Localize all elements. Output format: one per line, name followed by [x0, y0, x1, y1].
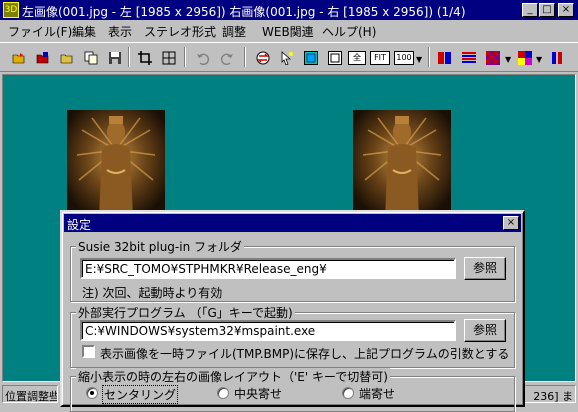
menu-bar: ファイル(F) 編集 表示 ステレオ形式 調整 WEB関連 ヘルプ(H)	[0, 20, 578, 40]
crop-icon[interactable]	[134, 47, 154, 67]
fit-icon[interactable]: FIT	[370, 51, 390, 65]
radio-center-align[interactable]	[217, 387, 229, 399]
app-icon: 3D	[3, 2, 19, 18]
zoom-100-icon[interactable]: 100	[394, 51, 414, 65]
susie-browse-button[interactable]: 参照	[464, 257, 506, 280]
external-legend: 外部実行プログラム （「G」キーで起動)	[76, 304, 295, 321]
open-pair-icon[interactable]	[32, 47, 52, 67]
minimize-button[interactable]: _	[522, 3, 538, 17]
toolbar: 全 FIT 100 ▼ ▼ ▼	[0, 42, 578, 72]
settings-dialog: 設定 × Susie 32bit plug-in フォルダ E:¥SRC_TOM…	[60, 210, 525, 412]
checker-dropdown-icon[interactable]: ▼	[505, 55, 511, 64]
swap-icon[interactable]	[252, 47, 272, 67]
menu-adjust[interactable]: 調整	[222, 23, 246, 40]
menu-edit[interactable]: 編集	[72, 23, 96, 40]
menu-stereo[interactable]: ステレオ形式	[144, 23, 216, 40]
menu-view[interactable]: 表示	[108, 23, 132, 40]
dialog-title: 設定	[67, 218, 92, 232]
interlace-icon[interactable]	[458, 47, 478, 67]
move-icon[interactable]	[158, 47, 178, 67]
menu-web[interactable]: WEB関連	[262, 23, 314, 40]
palette-dropdown-icon[interactable]: ▼	[536, 55, 542, 64]
menu-help[interactable]: ヘルプ(H)	[322, 23, 376, 40]
susie-note: 注) 次回、起動時より有効	[82, 286, 223, 300]
save-icon[interactable]	[104, 47, 124, 67]
layout-legend: 縮小表示の時の左右の画像レイアウト（'E' キーで切替可)	[76, 368, 390, 385]
dialog-close-button[interactable]: ×	[503, 216, 519, 230]
dialog-title-bar[interactable]: 設定 ×	[64, 214, 521, 232]
frame-icon[interactable]	[324, 47, 344, 67]
radio-centering-label: センタリング	[102, 385, 179, 404]
copy-icon[interactable]	[80, 47, 100, 67]
left-image	[67, 110, 165, 218]
status-right: 236] ま	[520, 385, 576, 403]
susie-path-field[interactable]: E:¥SRC_TOMO¥STPHMKR¥Release_eng¥	[80, 258, 456, 279]
menu-file[interactable]: ファイル(F)	[8, 23, 72, 40]
window-title: 左画像(001.jpg - 左 [1985 x 2956]) 右画像(001.j…	[22, 5, 466, 19]
radio-center-align-label: 中央寄せ	[234, 387, 283, 401]
temp-file-checkbox-label: 表示画像を一時ファイル(TMP.BMP)に保存し、上記プログラムの引数とする	[100, 347, 510, 361]
external-path-field[interactable]: C:¥WINDOWS¥system32¥mspaint.exe	[80, 320, 456, 341]
palette-icon[interactable]	[514, 47, 534, 67]
radio-centering[interactable]	[86, 387, 98, 399]
temp-file-checkbox[interactable]	[82, 345, 95, 358]
full-icon[interactable]: 全	[348, 51, 366, 65]
title-bar[interactable]: 3D 左画像(001.jpg - 左 [1985 x 2956]) 右画像(00…	[0, 0, 578, 20]
split-icon[interactable]	[546, 47, 566, 67]
susie-legend: Susie 32bit plug-in フォルダ	[76, 238, 245, 255]
right-image	[353, 110, 451, 218]
redo-icon[interactable]	[216, 47, 236, 67]
fit-frame-icon[interactable]	[300, 47, 320, 67]
radio-edge-align-label: 端寄せ	[359, 387, 396, 401]
open-file-icon[interactable]	[56, 47, 76, 67]
undo-icon[interactable]	[192, 47, 212, 67]
zoom-dropdown-icon[interactable]: ▼	[416, 55, 422, 64]
cursor-icon[interactable]	[276, 47, 296, 67]
maximize-button[interactable]: □	[539, 3, 555, 17]
external-browse-button[interactable]: 参照	[464, 319, 506, 342]
status-left: 位置調整些	[2, 385, 58, 403]
close-button[interactable]: ×	[558, 3, 574, 17]
checker-icon[interactable]	[482, 47, 502, 67]
open-folder-icon[interactable]	[8, 47, 28, 67]
radio-edge-align[interactable]	[342, 387, 354, 399]
stereo-color-icon[interactable]	[434, 47, 454, 67]
